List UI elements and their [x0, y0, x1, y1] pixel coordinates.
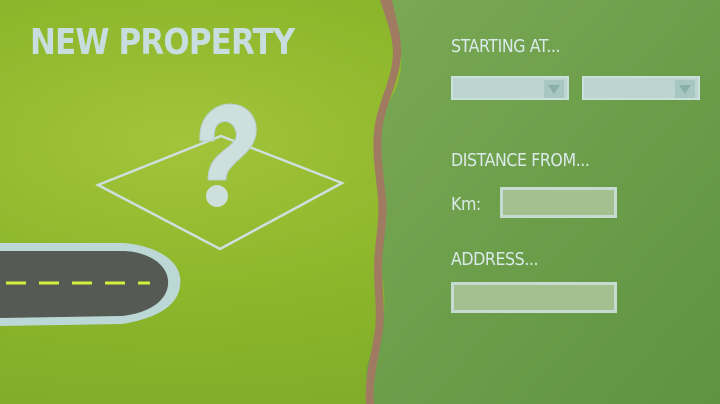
road-icon — [0, 243, 181, 326]
starting-at-select-1[interactable] — [451, 76, 569, 100]
question-mark-icon — [199, 103, 257, 207]
starting-at-label: STARTING AT... — [451, 36, 561, 57]
address-input[interactable] — [451, 282, 617, 313]
km-label: Km: — [451, 194, 481, 215]
dropdown-arrow-icon[interactable] — [544, 80, 564, 98]
dropdown-arrow-icon[interactable] — [675, 80, 695, 98]
property-screen: NEW PROPERTY STARTING AT... DISTANCE FRO… — [0, 0, 720, 404]
page-title: NEW PROPERTY — [30, 22, 295, 63]
distance-from-label: DISTANCE FROM... — [451, 150, 590, 171]
km-input[interactable] — [500, 187, 617, 218]
address-label: ADDRESS... — [451, 249, 539, 270]
starting-at-select-2[interactable] — [582, 76, 700, 100]
